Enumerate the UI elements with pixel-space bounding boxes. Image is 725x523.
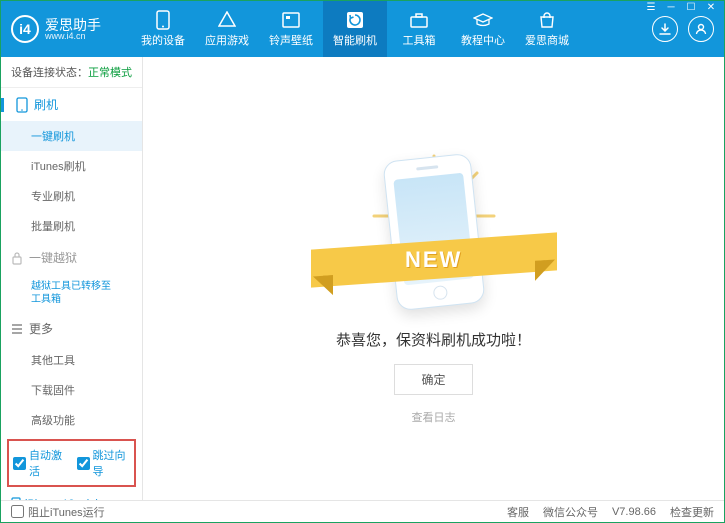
lock-icon: [11, 251, 23, 265]
minimize-icon[interactable]: ─: [663, 2, 679, 13]
footer-version: V7.98.66: [612, 506, 656, 518]
footer: 阻止iTunes运行 客服 微信公众号 V7.98.66 检查更新: [1, 500, 724, 522]
nav-flash[interactable]: 智能刷机: [323, 1, 387, 57]
apps-icon: [218, 10, 236, 30]
footer-service[interactable]: 客服: [507, 504, 529, 520]
refresh-icon: [346, 10, 364, 30]
top-nav: 我的设备 应用游戏 铃声壁纸 智能刷机 工具箱 教程中心 爱思商城: [131, 1, 652, 57]
jailbreak-note: 越狱工具已转移至 工具箱: [1, 274, 142, 312]
ok-button[interactable]: 确定: [394, 364, 472, 395]
section-more[interactable]: 更多: [1, 312, 142, 345]
app-name: 爱思助手: [45, 18, 101, 32]
nav-tutorials[interactable]: 教程中心: [451, 1, 515, 57]
nav-label: 智能刷机: [333, 32, 377, 48]
maximize-icon[interactable]: ☐: [683, 2, 699, 13]
grad-cap-icon: [473, 10, 493, 30]
logo-icon: i4: [11, 15, 39, 43]
download-button[interactable]: [652, 16, 678, 42]
phone-icon: [156, 10, 170, 30]
nav-label: 铃声壁纸: [269, 32, 313, 48]
menu-icon: [11, 323, 23, 335]
auto-activate-checkbox[interactable]: 自动激活: [13, 447, 67, 479]
sidebar-item-pro-flash[interactable]: 专业刷机: [1, 181, 142, 211]
window-controls: ☰ ─ ☐ ✕: [643, 2, 719, 13]
nav-toolbox[interactable]: 工具箱: [387, 1, 451, 57]
nav-label: 爱思商城: [525, 32, 569, 48]
store-icon: [538, 10, 556, 30]
device-info[interactable]: iPhone 12 mini 64GB Down-12mini-13,1: [1, 491, 142, 500]
nav-my-device[interactable]: 我的设备: [131, 1, 195, 57]
main-content: NEW 恭喜您，保资料刷机成功啦！ 确定 查看日志: [143, 57, 724, 500]
sidebar-item-itunes-flash[interactable]: iTunes刷机: [1, 151, 142, 181]
new-ribbon: NEW: [311, 232, 557, 287]
sidebar: 设备连接状态：正常模式 刷机 一键刷机 iTunes刷机 专业刷机 批量刷机 一…: [1, 57, 143, 500]
phone-icon: [16, 97, 28, 113]
user-button[interactable]: [688, 16, 714, 42]
header: i4 爱思助手 www.i4.cn 我的设备 应用游戏 铃声壁纸 智能刷机 工具…: [1, 1, 724, 57]
connection-status: 设备连接状态：正常模式: [1, 57, 142, 88]
nav-label: 应用游戏: [205, 32, 249, 48]
footer-check-update[interactable]: 检查更新: [670, 504, 714, 520]
sidebar-item-advanced[interactable]: 高级功能: [1, 405, 142, 435]
nav-store[interactable]: 爱思商城: [515, 1, 579, 57]
settings-icon[interactable]: ☰: [643, 2, 659, 13]
sidebar-item-oneclick-flash[interactable]: 一键刷机: [1, 121, 142, 151]
section-flash[interactable]: 刷机: [1, 88, 142, 121]
skip-guide-checkbox[interactable]: 跳过向导: [77, 447, 131, 479]
sidebar-item-other-tools[interactable]: 其他工具: [1, 345, 142, 375]
app-site: www.i4.cn: [45, 32, 101, 41]
block-itunes-checkbox[interactable]: 阻止iTunes运行: [11, 504, 105, 520]
phone-illustration: [382, 152, 485, 310]
success-message: 恭喜您，保资料刷机成功啦！: [336, 329, 531, 350]
sidebar-item-batch-flash[interactable]: 批量刷机: [1, 211, 142, 241]
logo: i4 爱思助手 www.i4.cn: [11, 15, 131, 43]
nav-label: 工具箱: [403, 32, 436, 48]
nav-label: 我的设备: [141, 32, 185, 48]
close-icon[interactable]: ✕: [703, 2, 719, 13]
sidebar-item-download-firmware[interactable]: 下载固件: [1, 375, 142, 405]
wallpaper-icon: [282, 10, 300, 30]
view-log-link[interactable]: 查看日志: [412, 409, 456, 425]
phone-icon: [11, 497, 21, 500]
nav-label: 教程中心: [461, 32, 505, 48]
footer-wechat[interactable]: 微信公众号: [543, 504, 598, 520]
option-highlight-box: 自动激活 跳过向导: [7, 439, 136, 487]
nav-ringtones[interactable]: 铃声壁纸: [259, 1, 323, 57]
toolbox-icon: [410, 10, 428, 30]
section-jailbreak: 一键越狱: [1, 241, 142, 274]
nav-apps[interactable]: 应用游戏: [195, 1, 259, 57]
success-illustration: NEW: [329, 133, 539, 303]
